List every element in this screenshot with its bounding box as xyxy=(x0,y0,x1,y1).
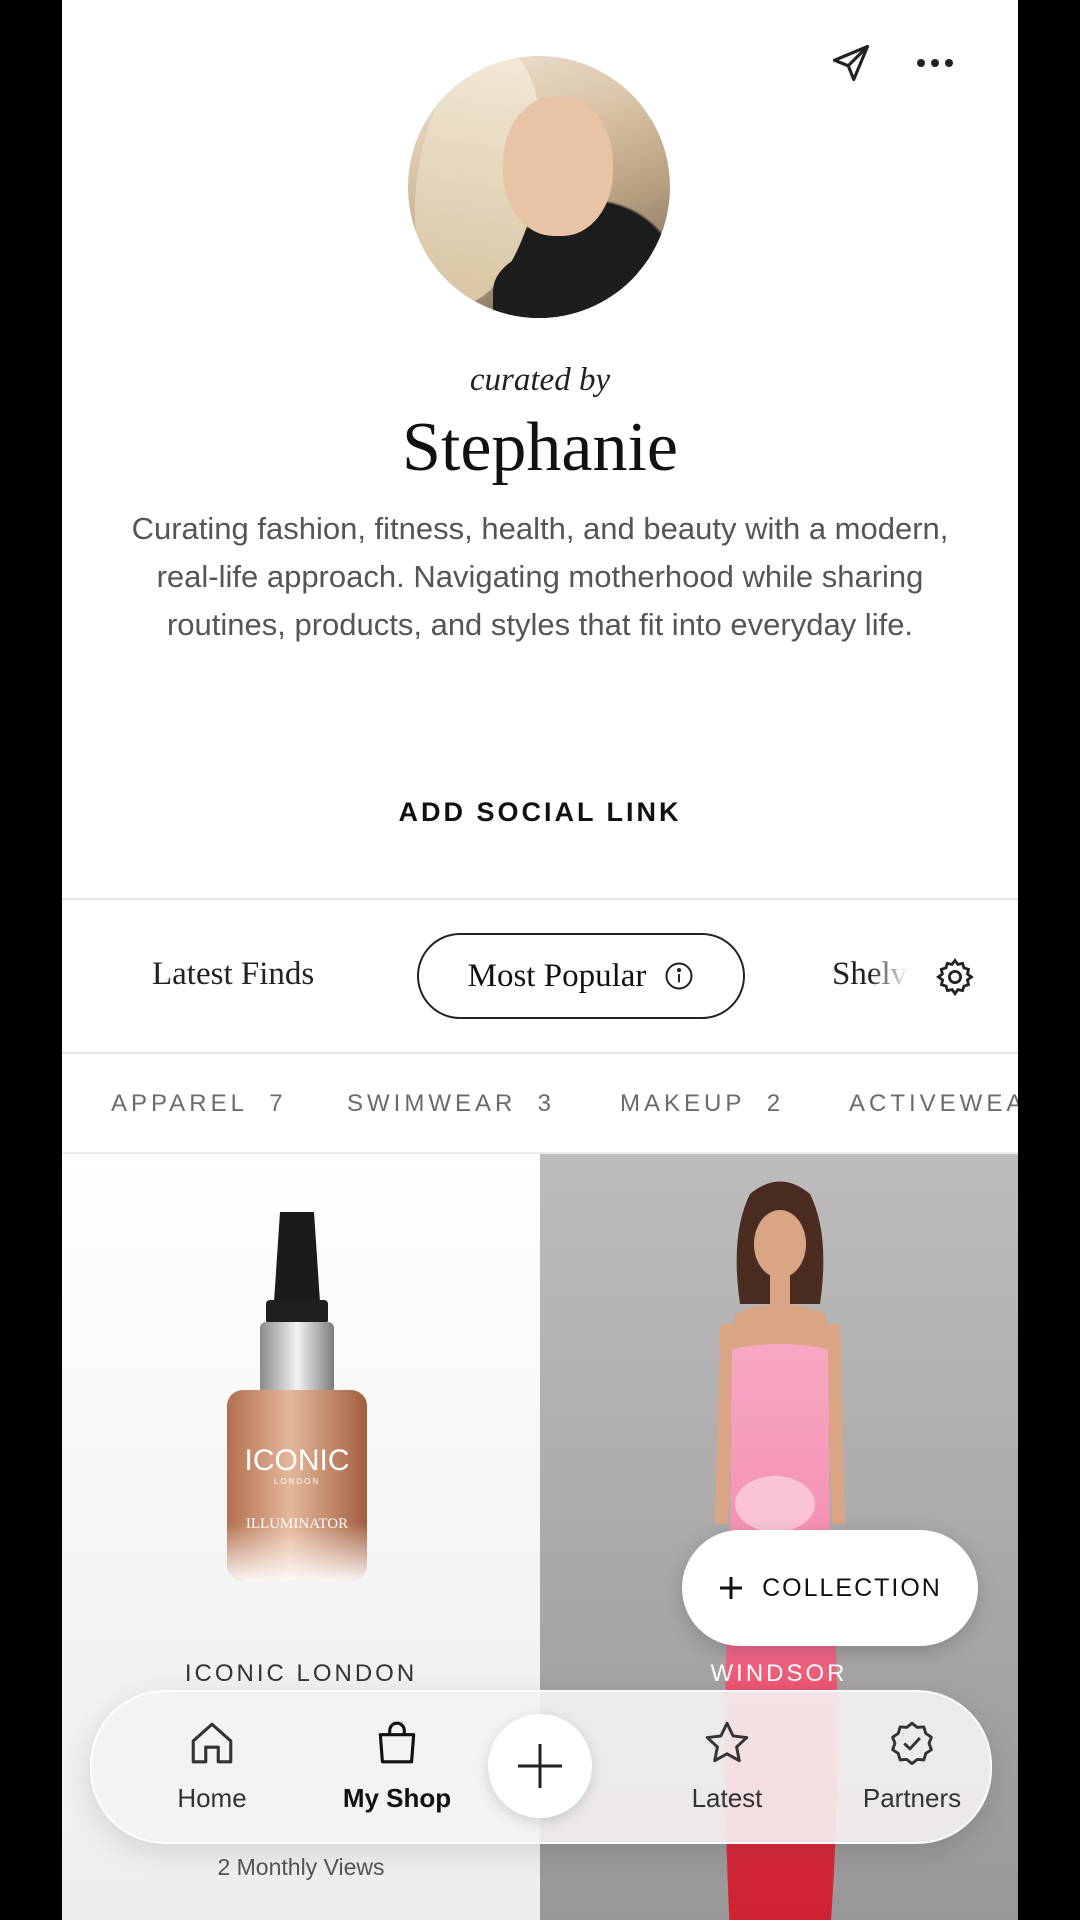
curated-by-label: curated by xyxy=(469,362,611,398)
category-swimwear[interactable]: SWIMWEAR 3 xyxy=(347,1090,555,1118)
add-collection-button[interactable]: COLLECTION xyxy=(682,1530,978,1646)
left-letterbox xyxy=(0,0,62,1920)
header-actions xyxy=(828,40,958,86)
tab-shelves[interactable]: Shelves xyxy=(832,956,908,993)
category-activewear[interactable]: ACTIVEWEAR xyxy=(849,1090,1018,1118)
nav-home-label: Home xyxy=(177,1783,247,1813)
more-options-button[interactable] xyxy=(912,40,958,86)
bottle-sub-text: LONDON xyxy=(274,1477,320,1486)
profile-screen: curated by Stephanie Curating fashion, f… xyxy=(62,0,1018,1920)
profile-tabs: Latest Finds Most Popular Shelves xyxy=(62,930,1018,1026)
nav-my-shop-label: My Shop xyxy=(342,1783,452,1813)
nav-latest[interactable]: Latest xyxy=(652,1718,802,1814)
bottle-label-text: ILLUMINATOR xyxy=(246,1516,348,1532)
right-letterbox xyxy=(1018,0,1080,1920)
product-views: 2 Monthly Views xyxy=(217,1854,385,1880)
share-button[interactable] xyxy=(828,40,874,86)
add-collection-label: COLLECTION xyxy=(762,1573,942,1602)
bottle-brand-text: ICONIC xyxy=(245,1444,350,1477)
home-icon xyxy=(191,1722,233,1764)
divider xyxy=(62,898,1018,900)
product-image-illuminator: ICONIC LONDON ILLUMINATOR xyxy=(227,1212,367,1580)
profile-name: Stephanie xyxy=(401,409,679,486)
create-button[interactable] xyxy=(488,1714,592,1818)
avatar-clothing xyxy=(493,246,643,318)
category-apparel[interactable]: APPAREL 7 xyxy=(111,1090,287,1118)
avatar-face xyxy=(503,96,613,236)
paper-plane-icon xyxy=(832,44,870,82)
avatar[interactable] xyxy=(408,56,670,318)
star-icon xyxy=(705,1721,749,1763)
nav-partners[interactable]: Partners xyxy=(837,1718,987,1814)
nav-my-shop[interactable]: My Shop xyxy=(322,1718,472,1814)
category-filter-bar: APPAREL 7 SWIMWEAR 3 MAKEUP 2 ACTIVEWEAR xyxy=(62,1090,1018,1130)
category-makeup[interactable]: MAKEUP 2 xyxy=(620,1090,784,1118)
product-brand: ICONIC LONDON xyxy=(184,1660,418,1687)
plus-icon xyxy=(518,1744,562,1788)
tab-most-popular-label: Most Popular xyxy=(467,957,647,994)
nav-home[interactable]: Home xyxy=(137,1718,287,1814)
gear-icon xyxy=(935,957,974,997)
shopping-bag-icon xyxy=(378,1721,416,1764)
bottom-navigation: Home My Shop Latest Partners xyxy=(90,1690,992,1844)
profile-bio: Curating fashion, fitness, health, and b… xyxy=(131,511,949,642)
tab-most-popular[interactable]: Most Popular xyxy=(417,933,745,1019)
product-brand: WINDSOR xyxy=(710,1660,848,1687)
nav-latest-label: Latest xyxy=(691,1783,763,1813)
ellipsis-icon xyxy=(917,59,953,67)
info-icon[interactable] xyxy=(664,961,694,991)
tab-latest-finds[interactable]: Latest Finds xyxy=(152,956,314,993)
verified-badge-icon xyxy=(891,1721,933,1766)
nav-partners-label: Partners xyxy=(862,1783,962,1813)
tabs-settings-button[interactable] xyxy=(934,956,976,1003)
add-social-link-button[interactable]: ADD SOCIAL LINK xyxy=(62,797,1018,828)
plus-icon xyxy=(720,1577,743,1599)
divider xyxy=(62,1052,1018,1054)
